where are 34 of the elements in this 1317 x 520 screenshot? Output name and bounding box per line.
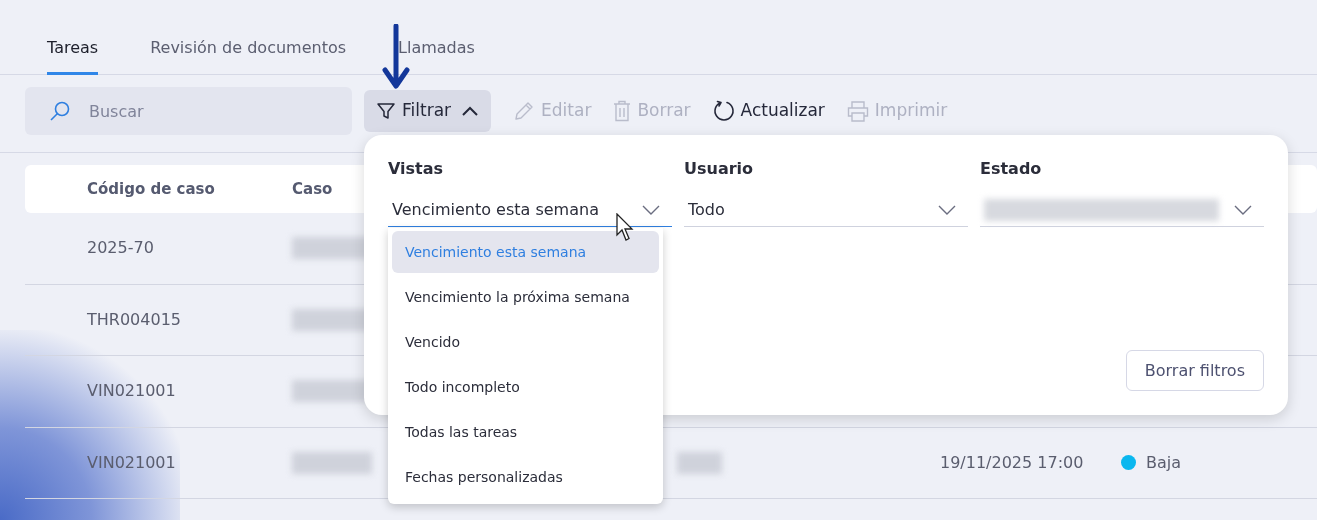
dropdown-option[interactable]: Vencimiento la próxima semana bbox=[392, 276, 659, 318]
redacted-block bbox=[677, 451, 722, 474]
tab[interactable]: Revisión de documentos bbox=[150, 36, 347, 75]
search-field[interactable]: Buscar bbox=[25, 87, 352, 135]
clear-filters-button[interactable]: Borrar filtros bbox=[1125, 350, 1264, 391]
table-cell-text: VIN021001 bbox=[87, 451, 177, 474]
search-icon bbox=[49, 100, 71, 122]
refresh-button[interactable]: Actualizar bbox=[712, 90, 825, 132]
printer-icon bbox=[846, 100, 869, 122]
chevron-up-icon bbox=[461, 105, 480, 117]
chevron-down-icon bbox=[642, 204, 660, 215]
filter-button[interactable]: Filtrar bbox=[364, 90, 492, 132]
trash-icon bbox=[613, 100, 632, 122]
chevron-down-icon bbox=[938, 204, 956, 215]
priority-label: Baja bbox=[1146, 451, 1182, 474]
table-cell-text: 2025-70 bbox=[87, 237, 155, 260]
field-label: Vistas bbox=[388, 158, 445, 177]
refresh-icon bbox=[712, 100, 735, 122]
column-header: Código de caso bbox=[87, 178, 216, 200]
column-header: Caso bbox=[292, 178, 333, 200]
tab[interactable]: Llamadas bbox=[398, 36, 475, 75]
field-label: Usuario bbox=[684, 158, 755, 177]
chevron-down-icon bbox=[1234, 204, 1252, 215]
select-field[interactable]: Todo bbox=[684, 193, 968, 227]
dropdown-option[interactable]: Vencido bbox=[392, 321, 659, 363]
table-cell-text: 19/11/2025 17:00 bbox=[940, 451, 1085, 474]
dropdown-option[interactable]: Todas las tareas bbox=[392, 411, 659, 453]
dropdown-option[interactable]: Todo incompleto bbox=[392, 366, 659, 408]
table-cell-text: THR004015 bbox=[87, 308, 182, 331]
tab[interactable]: Tareas bbox=[47, 36, 99, 75]
table-cell-text: VIN021001 bbox=[87, 380, 177, 403]
field-label: Estado bbox=[980, 158, 1043, 177]
filter-icon bbox=[376, 101, 396, 121]
dropdown-option[interactable]: Fechas personalizadas bbox=[392, 456, 659, 498]
